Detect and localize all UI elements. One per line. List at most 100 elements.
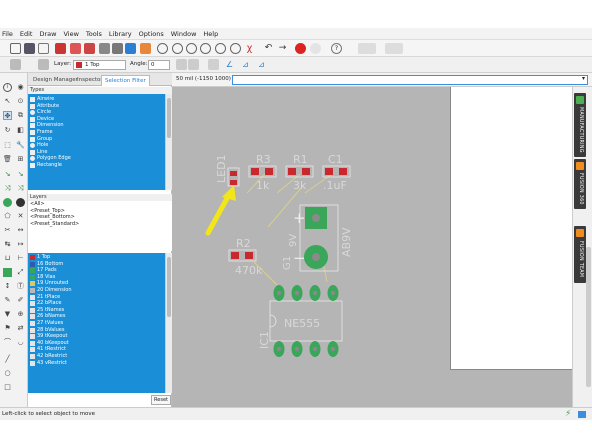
list-item[interactable]: Group — [28, 136, 165, 143]
miter-icon[interactable]: ⊔ — [3, 254, 12, 263]
notification-icon[interactable] — [578, 411, 586, 418]
mirror-icon[interactable] — [176, 59, 187, 70]
cam-icon[interactable] — [55, 43, 66, 54]
go-icon[interactable] — [310, 43, 321, 54]
layer-tool-icon[interactable] — [3, 268, 12, 277]
layer-row[interactable]: 42 bRestrict — [28, 353, 165, 360]
ratsnest-icon[interactable]: ✕ — [16, 212, 25, 221]
pcb-icon[interactable] — [385, 43, 403, 54]
flag-icon[interactable]: ⚑ — [3, 324, 12, 333]
list-item[interactable]: Attribute — [28, 103, 165, 110]
ripup-icon[interactable]: ↘ — [16, 170, 25, 179]
scrollbar-thumb[interactable] — [167, 257, 171, 317]
undo-icon[interactable]: ↶ — [263, 43, 274, 54]
group-icon[interactable]: ⬚ — [3, 141, 12, 150]
tab-fusion-team[interactable]: FUSION TEAM — [574, 226, 586, 283]
info-icon[interactable]: i — [3, 83, 12, 92]
hole-icon[interactable] — [16, 198, 25, 207]
arc-icon[interactable]: ⌒ — [3, 338, 12, 347]
command-input[interactable] — [232, 75, 588, 85]
dimension-icon[interactable]: ↕ — [3, 282, 12, 291]
layer-row[interactable]: 1 Top — [28, 254, 165, 261]
line-tool-icon[interactable]: ╱ — [3, 355, 12, 364]
layer-row[interactable]: 25 tNames — [28, 307, 165, 314]
layer-row[interactable]: 40 bKeepout — [28, 340, 165, 347]
layer-row[interactable]: 19 Unrouted — [28, 280, 165, 287]
add-icon[interactable]: ⊞ — [16, 155, 25, 164]
layer-row[interactable]: 20 Dimension — [28, 287, 165, 294]
grid-icon[interactable] — [10, 59, 21, 70]
redraw-icon[interactable] — [230, 43, 241, 54]
copy-icon[interactable]: ⧉ — [16, 111, 25, 120]
zoom-fit-icon[interactable] — [157, 43, 168, 54]
menu-file[interactable]: File — [2, 30, 13, 38]
layer-row[interactable]: 41 tRestrict — [28, 346, 165, 353]
redo-icon[interactable]: → — [277, 43, 288, 54]
angle-select[interactable]: 0 — [148, 60, 170, 70]
list-item[interactable]: Line — [28, 149, 165, 156]
lock-icon[interactable]: ▼ — [3, 310, 12, 319]
brush-icon[interactable]: ✐ — [16, 296, 25, 305]
list-item[interactable]: Rectangle — [28, 162, 165, 169]
label-icon[interactable]: ↦ — [16, 240, 25, 249]
menu-window[interactable]: Window — [171, 30, 197, 38]
smash-icon[interactable]: ✂ — [3, 226, 12, 235]
drc-icon[interactable]: χ — [244, 43, 255, 54]
layer-select[interactable]: 1 Top — [73, 60, 126, 70]
layer-row[interactable]: 16 Bottom — [28, 261, 165, 268]
scr-icon[interactable] — [125, 43, 136, 54]
tab-manufacturing[interactable]: MANUFACTURING — [574, 93, 586, 157]
polygon-icon[interactable]: ⬠ — [3, 212, 12, 221]
layer-row[interactable]: 17 Pads — [28, 267, 165, 274]
swap-icon[interactable]: ⇄ — [16, 324, 25, 333]
delete-icon[interactable]: 🗑 — [3, 155, 12, 164]
mark-icon[interactable]: ⊙ — [16, 97, 25, 106]
layer-row[interactable]: 21 tPlace — [28, 294, 165, 301]
select-mode-icon[interactable] — [208, 59, 219, 70]
stop-icon[interactable] — [295, 43, 306, 54]
align-icon[interactable]: ⤢ — [16, 268, 25, 277]
layer-row[interactable]: 22 bPlace — [28, 300, 165, 307]
select-point-icon[interactable]: ⊿ — [240, 59, 251, 70]
fanout-icon[interactable]: ◡ — [16, 338, 25, 347]
preset-list[interactable]: <All> <Preset_Top> <Preset_Bottom> <Pres… — [28, 201, 172, 251]
list-item[interactable]: Airwire — [28, 96, 165, 103]
layer-row[interactable]: 26 bNames — [28, 313, 165, 320]
preset-item[interactable]: <Preset_Standard> — [28, 221, 172, 228]
select-line-icon[interactable]: ∠ — [224, 59, 235, 70]
open-icon[interactable] — [10, 43, 21, 54]
tab-selection-filter[interactable]: Selection Filter — [101, 75, 150, 86]
menu-view[interactable]: View — [63, 30, 78, 38]
route-icon[interactable]: ↘ — [3, 170, 12, 179]
attribute-icon[interactable]: ✎ — [3, 296, 12, 305]
types-list[interactable]: Airwire Attribute Circle Device Dimensio… — [28, 94, 165, 190]
split-icon[interactable]: ⤨ — [16, 184, 25, 193]
name-icon[interactable]: ↹ — [3, 240, 12, 249]
zoom-last-icon[interactable] — [215, 43, 226, 54]
rotate-icon[interactable]: ↻ — [3, 126, 12, 135]
spin-icon[interactable] — [188, 59, 199, 70]
help-icon[interactable]: ? — [331, 43, 342, 54]
menu-tools[interactable]: Tools — [86, 30, 102, 38]
save-icon[interactable] — [24, 43, 35, 54]
zoom-in-icon[interactable] — [172, 43, 183, 54]
zoom-select-icon[interactable] — [200, 43, 211, 54]
fusion-sync-icon[interactable] — [358, 43, 376, 54]
list-item[interactable]: Dimension — [28, 122, 165, 129]
optimize-icon[interactable]: ⊢ — [16, 254, 25, 263]
layers-list[interactable]: 1 Top 16 Bottom 17 Pads 18 Vias 19 Unrou… — [28, 253, 165, 393]
via-icon[interactable] — [3, 198, 12, 207]
board-canvas[interactable]: LED1 R3 1k R1 3k C1 .1uF R2 470k + − 9V — [172, 87, 572, 407]
run-icon[interactable] — [112, 43, 123, 54]
list-item[interactable]: Circle — [28, 109, 165, 116]
change-icon[interactable]: 🔧 — [16, 141, 25, 150]
mirror-tool-icon[interactable]: ◧ — [16, 126, 25, 135]
right-scrollbar[interactable] — [586, 247, 591, 387]
rect-tool-icon[interactable]: □ — [3, 383, 12, 392]
layer-row[interactable]: 28 bValues — [28, 327, 165, 334]
layer-row[interactable]: 43 vRestrict — [28, 360, 165, 367]
menu-help[interactable]: Help — [203, 30, 218, 38]
select-group-icon[interactable]: ⊿ — [256, 59, 267, 70]
meander-icon[interactable]: ⤨ — [3, 184, 12, 193]
zoom-out-icon[interactable] — [186, 43, 197, 54]
